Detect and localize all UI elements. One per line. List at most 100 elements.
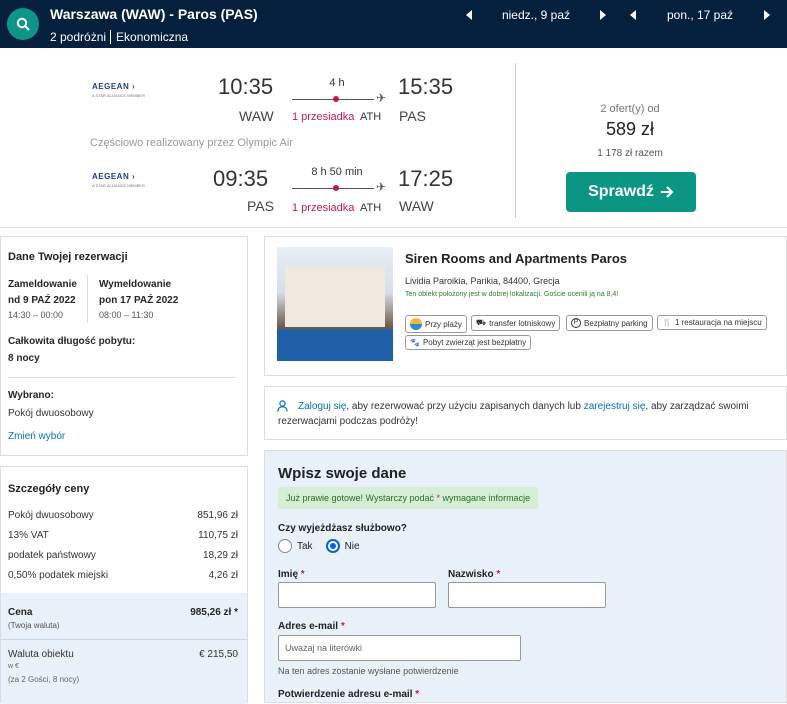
selected-value: Pokój dwuosobowy [8, 408, 94, 419]
next-return-date-button[interactable] [764, 10, 770, 20]
user-icon [277, 400, 288, 412]
outbound-stops: 1 przesiadka [292, 111, 355, 123]
cabin-class[interactable]: Ekonomiczna [110, 30, 188, 44]
price-row-value: 18,29 zł [202, 550, 238, 561]
hotel-address: Lividia Paroikia, Parikia, 84400, Grecja [405, 276, 560, 286]
depart-date[interactable]: niedz., 9 paź [472, 8, 600, 22]
price-row-value: 110,75 zł [198, 530, 238, 541]
airline-name: AEGEAN [92, 82, 130, 91]
depart-date-control: niedz., 9 paź [466, 8, 606, 22]
offers-total: 1 178 zł razem [597, 148, 663, 159]
form-notice: Już prawie gotowe! Wystarczy podać * wym… [278, 487, 539, 509]
business-yes-radio[interactable] [278, 539, 292, 553]
amenity-label: Bezpłatny parking [584, 318, 648, 328]
inbound-stops: 1 przesiadka [292, 202, 355, 214]
check-button[interactable]: Sprawdź [566, 172, 696, 212]
login-text: , aby rezerwować przy użyciu zapisanych … [346, 401, 581, 412]
amenity-restaurant: 🍴 1 restauracja na miejscu [657, 315, 767, 330]
plane-icon: ✈ [376, 91, 387, 105]
last-name-input[interactable] [448, 582, 606, 608]
total-value: 985,26 zł * [190, 607, 238, 618]
last-name-label-text: Nazwisko [448, 569, 494, 580]
outbound-duration: 4 h [329, 77, 345, 89]
amenity-beach: Przy plaży [405, 315, 467, 333]
booking-details-panel: Dane Twojej rezerwacji Zameldowanie nd 9… [0, 236, 248, 456]
price-row-value: 4,26 zł [208, 570, 238, 581]
currency-sub2: (za 2 Gości, 8 nocy) [8, 675, 80, 684]
hotel-card: Siren Rooms and Apartments Paros Lividia… [264, 236, 787, 376]
confirm-email-label: Potwierdzenie adresu e-mail * [278, 689, 419, 700]
checkout-date: pon 17 PAŹ 2022 [99, 295, 179, 306]
login-link[interactable]: Zaloguj się [298, 401, 346, 412]
stop-dot [333, 185, 339, 191]
amenity-shuttle: ⛟ transfer lotniskowy [471, 315, 561, 331]
checkin-label: Zameldowanie [8, 279, 77, 290]
email-input[interactable]: Uważaj na literówki [278, 635, 521, 661]
login-prompt-panel: Zaloguj się, aby rezerwować przy użyciu … [264, 386, 787, 440]
divider [1, 639, 247, 640]
airline-logo-outbound: AEGEAN › A STAR ALLIANCE MEMBER [92, 82, 145, 98]
amenity-label: 1 restauracja na miejscu [674, 318, 762, 327]
route-title[interactable]: Warszawa (WAW) - Paros (PAS) [50, 6, 258, 22]
required-star: * [436, 493, 441, 503]
currency-label: Waluta obiektu [8, 649, 74, 660]
booking-title: Dane Twojej rezerwacji [8, 251, 128, 263]
beach-icon [410, 318, 422, 330]
amenity-parking: P Bezpłatny parking [566, 315, 653, 331]
stay-label: Całkowita długość pobytu: [8, 336, 136, 347]
inbound-duration: 8 h 50 min [311, 166, 363, 178]
selected-label: Wybrano: [8, 390, 54, 401]
price-row-label: 13% VAT [8, 530, 49, 541]
amenity-label: Przy plaży [425, 319, 462, 329]
guest-details-form: Wpisz swoje dane Już prawie gotowe! Wyst… [264, 450, 787, 703]
first-name-input[interactable] [278, 582, 436, 608]
price-row-label: podatek państwowy [8, 550, 96, 561]
check-button-label: Sprawdź [588, 183, 654, 200]
outbound-arrival-code: PAS [399, 108, 426, 124]
price-row-label: 0,50% podatek miejski [8, 570, 109, 581]
business-yes-label[interactable]: Tak [297, 541, 313, 552]
inbound-arrival-time: 17:25 [398, 166, 454, 191]
hotel-name[interactable]: Siren Rooms and Apartments Paros [405, 251, 627, 266]
price-row: Pokój dwuosobowy 851,96 zł [8, 510, 238, 521]
return-date[interactable]: pon., 17 paź [636, 8, 764, 22]
flight-card[interactable]: AEGEAN › A STAR ALLIANCE MEMBER 10:35 WA… [0, 48, 787, 228]
change-selection-link[interactable]: Zmień wybór [8, 431, 65, 442]
parking-icon: P [571, 318, 581, 328]
currency-sub1: w € [8, 663, 19, 670]
inbound-via: ATH [360, 202, 382, 214]
outbound-arrival-time: 15:35 [398, 74, 454, 99]
hotel-photo[interactable] [277, 247, 393, 361]
business-no-radio[interactable] [325, 539, 340, 553]
return-date-control: pon., 17 paź [630, 8, 770, 22]
email-label: Adres e-mail * [278, 621, 345, 632]
restaurant-icon: 🍴 [662, 318, 672, 327]
first-name-label-text: Imię [278, 569, 299, 580]
travellers-count[interactable]: 2 podróżni [50, 30, 106, 44]
checkin-date: nd 9 PAŹ 2022 [8, 295, 76, 306]
amenity-label: Pobyt zwierząt jest bezpłatny [422, 338, 527, 347]
search-button[interactable] [7, 8, 39, 40]
email-label-text: Adres e-mail [278, 621, 339, 632]
price-total-section: Cena (Twoja waluta) 985,26 zł * Waluta o… [1, 593, 247, 704]
required-star: * [415, 689, 420, 700]
first-name-label: Imię * [278, 569, 305, 580]
checkout-label: Wymeldowanie [99, 279, 172, 290]
business-no-label[interactable]: Nie [345, 541, 360, 552]
outbound-departure-time: 10:35 [218, 74, 274, 99]
next-depart-date-button[interactable] [600, 10, 606, 20]
divider [87, 275, 88, 323]
notice-text: wymagane informacje [442, 493, 531, 503]
inbound-departure-time: 09:35 [213, 166, 269, 191]
hotel-location-note: Ten obiekt położony jest w dobrej lokali… [405, 291, 619, 298]
search-icon [16, 17, 30, 31]
login-text: rezerwacjami podczas podróży! [278, 416, 419, 427]
alliance-text: A STAR ALLIANCE MEMBER [92, 183, 145, 188]
outbound-departure-code: WAW [239, 108, 274, 124]
required-star: * [340, 621, 345, 632]
register-link[interactable]: zarejestruj się [584, 401, 646, 412]
offers-summary: 2 ofert(y) od 589 zł 1 178 zł razem [580, 103, 680, 159]
offers-price: 589 zł [605, 119, 655, 139]
notice-text: Już prawie gotowe! Wystarczy podać [286, 493, 434, 503]
shuttle-icon: ⛟ [476, 318, 487, 327]
